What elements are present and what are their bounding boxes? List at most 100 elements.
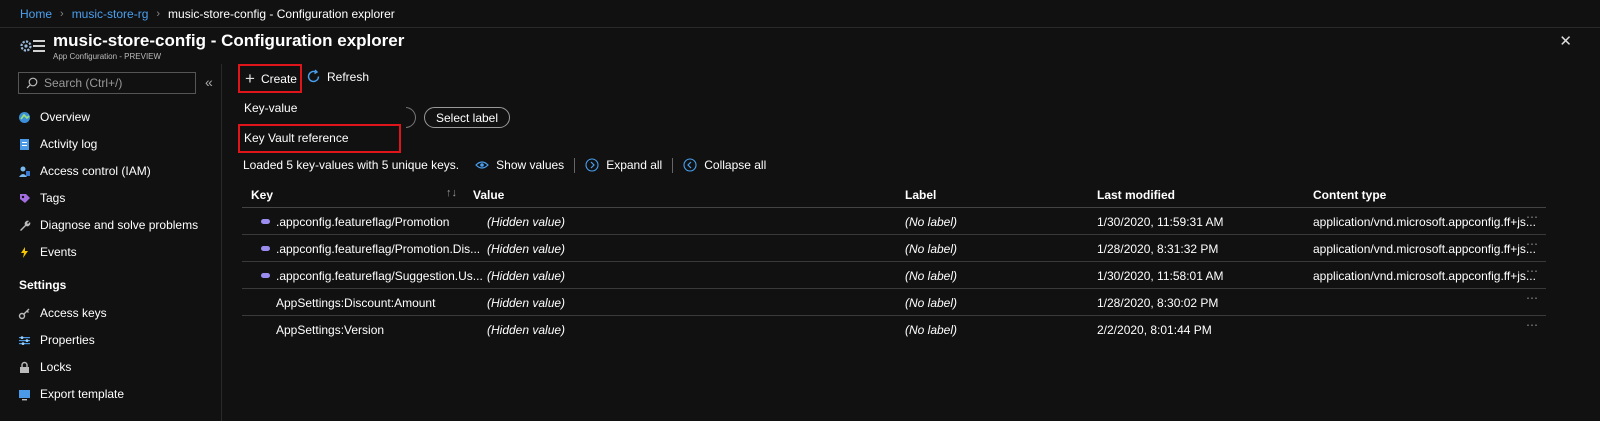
breadcrumb-current: music-store-config - Configuration explo… bbox=[168, 6, 395, 21]
cell-key: .appconfig.featureflag/Promotion bbox=[276, 215, 450, 229]
cell-value: (Hidden value) bbox=[487, 269, 566, 283]
refresh-button[interactable]: Refresh bbox=[306, 69, 369, 84]
show-values-button[interactable]: Show values bbox=[475, 158, 564, 172]
cell-last-modified: 1/28/2020, 8:31:32 PM bbox=[1097, 242, 1219, 256]
cell-value: (Hidden value) bbox=[487, 296, 566, 310]
table-header: Key ↑↓ Value Label Last modified Content… bbox=[242, 182, 1546, 208]
breadcrumb: Home › music-store-rg › music-store-conf… bbox=[0, 0, 1600, 28]
sidebar-item-overview[interactable]: Overview bbox=[18, 107, 90, 127]
breadcrumb-resource-group[interactable]: music-store-rg bbox=[72, 7, 149, 21]
table-row[interactable]: .appconfig.featureflag/Promotion.Dis... … bbox=[242, 235, 1546, 262]
cell-last-modified: 1/30/2020, 11:59:31 AM bbox=[1097, 215, 1224, 229]
sidebar-item-iam[interactable]: Access control (IAM) bbox=[18, 161, 151, 181]
search-placeholder: Search (Ctrl+/) bbox=[44, 76, 123, 90]
sidebar-item-label: Overview bbox=[40, 110, 91, 124]
search-icon bbox=[26, 77, 38, 89]
section-settings: Settings bbox=[19, 278, 67, 292]
column-header-content-type[interactable]: Content type bbox=[1313, 188, 1386, 202]
sidebar-item-events[interactable]: Events bbox=[18, 242, 77, 262]
column-header-key[interactable]: Key bbox=[251, 188, 273, 202]
collapse-sidebar-button[interactable]: « bbox=[205, 74, 213, 90]
sidebar-item-diagnose[interactable]: Diagnose and solve problems bbox=[18, 215, 198, 235]
overview-icon bbox=[18, 111, 31, 124]
expand-all-label: Expand all bbox=[606, 158, 663, 172]
page-header: music-store-config - Configuration explo… bbox=[0, 28, 1600, 64]
cell-last-modified: 2/2/2020, 8:01:44 PM bbox=[1097, 323, 1212, 337]
select-label-button[interactable]: Select label bbox=[424, 107, 510, 128]
sidebar-item-label: Access keys bbox=[40, 306, 107, 320]
menu-item-key-value[interactable]: Key-value bbox=[244, 101, 297, 115]
cell-label: (No label) bbox=[905, 269, 958, 283]
more-options-icon[interactable]: ⋯ bbox=[1526, 318, 1539, 332]
wrench-icon bbox=[18, 219, 31, 232]
sort-icon[interactable]: ↑↓ bbox=[446, 187, 457, 199]
sidebar-item-tags[interactable]: Tags bbox=[18, 188, 65, 208]
sidebar-item-properties[interactable]: Properties bbox=[18, 330, 95, 350]
close-icon[interactable]: ✕ bbox=[1559, 32, 1572, 50]
collapse-all-label: Collapse all bbox=[704, 158, 767, 172]
chevron-right-icon: › bbox=[156, 7, 161, 20]
table-row[interactable]: AppSettings:Discount:Amount (Hidden valu… bbox=[242, 289, 1546, 316]
properties-icon bbox=[18, 334, 31, 347]
feature-flag-icon bbox=[261, 273, 270, 278]
cell-key: AppSettings:Discount:Amount bbox=[276, 296, 436, 310]
more-options-icon[interactable]: ⋯ bbox=[1526, 291, 1539, 305]
tag-icon bbox=[18, 192, 31, 205]
column-header-last-modified[interactable]: Last modified bbox=[1097, 188, 1175, 202]
cell-value: (Hidden value) bbox=[487, 323, 566, 337]
more-options-icon[interactable]: ⋯ bbox=[1526, 210, 1539, 224]
cell-key: AppSettings:Version bbox=[276, 323, 385, 337]
sidebar-item-label: Tags bbox=[40, 191, 66, 205]
table-row[interactable]: AppSettings:Version (Hidden value) (No l… bbox=[242, 316, 1546, 343]
cell-last-modified: 1/30/2020, 11:58:01 AM bbox=[1097, 269, 1224, 283]
loaded-status-text: Loaded 5 key-values with 5 unique keys. bbox=[243, 158, 460, 172]
sidebar-item-access-keys[interactable]: Access keys bbox=[18, 303, 107, 323]
sidebar-item-label: Export template bbox=[40, 387, 125, 401]
cell-label: (No label) bbox=[905, 242, 958, 256]
lightning-icon bbox=[18, 246, 31, 259]
search-input[interactable]: Search (Ctrl+/) bbox=[18, 72, 196, 94]
sidebar-item-label: Activity log bbox=[40, 137, 98, 151]
sidebar-item-label: Events bbox=[40, 245, 77, 259]
cell-last-modified: 1/28/2020, 8:30:02 PM bbox=[1097, 296, 1219, 310]
eye-icon bbox=[475, 161, 489, 169]
sidebar-item-export-template[interactable]: Export template bbox=[18, 384, 124, 404]
cell-content-type: application/vnd.microsoft.appconfig.ff+j… bbox=[1313, 269, 1536, 283]
create-button[interactable]: + Create bbox=[238, 64, 302, 93]
cell-value: (Hidden value) bbox=[487, 242, 566, 256]
expand-all-button[interactable]: Expand all bbox=[585, 158, 662, 172]
sidebar-item-locks[interactable]: Locks bbox=[18, 357, 71, 377]
export-template-icon bbox=[18, 388, 31, 401]
status-bar: Loaded 5 key-values with 5 unique keys. … bbox=[243, 156, 766, 174]
cell-label: (No label) bbox=[905, 215, 958, 229]
table-row[interactable]: .appconfig.featureflag/Suggestion.Us... … bbox=[242, 262, 1546, 289]
key-icon bbox=[18, 307, 31, 320]
cell-content-type: application/vnd.microsoft.appconfig.ff+j… bbox=[1313, 242, 1536, 256]
more-options-icon[interactable]: ⋯ bbox=[1526, 237, 1539, 251]
feature-flag-icon bbox=[261, 219, 270, 224]
cell-key: .appconfig.featureflag/Promotion.Dis... bbox=[276, 242, 481, 256]
divider bbox=[574, 157, 576, 173]
sidebar-item-label: Diagnose and solve problems bbox=[40, 218, 199, 232]
feature-flag-icon bbox=[261, 246, 270, 251]
iam-icon bbox=[18, 165, 31, 178]
sidebar-item-activity-log[interactable]: Activity log bbox=[18, 134, 97, 154]
collapse-all-button[interactable]: Collapse all bbox=[683, 158, 766, 172]
cell-key: .appconfig.featureflag/Suggestion.Us... bbox=[276, 269, 483, 283]
create-label: Create bbox=[260, 71, 297, 86]
sidebar-item-label: Locks bbox=[40, 360, 72, 374]
plus-icon: + bbox=[245, 69, 255, 88]
refresh-label: Refresh bbox=[327, 69, 370, 84]
chevron-left-circle-icon bbox=[683, 158, 697, 172]
column-header-value[interactable]: Value bbox=[473, 188, 504, 202]
cell-content-type: application/vnd.microsoft.appconfig.ff+j… bbox=[1313, 215, 1536, 229]
cell-value: (Hidden value) bbox=[487, 215, 566, 229]
more-options-icon[interactable]: ⋯ bbox=[1526, 264, 1539, 278]
lock-icon bbox=[18, 361, 31, 374]
breadcrumb-home[interactable]: Home bbox=[20, 7, 52, 21]
page-title: music-store-config - Configuration explo… bbox=[53, 31, 405, 50]
refresh-icon bbox=[307, 69, 320, 83]
column-header-label[interactable]: Label bbox=[905, 188, 936, 202]
table-row[interactable]: .appconfig.featureflag/Promotion (Hidden… bbox=[242, 208, 1546, 235]
activity-log-icon bbox=[18, 138, 31, 151]
